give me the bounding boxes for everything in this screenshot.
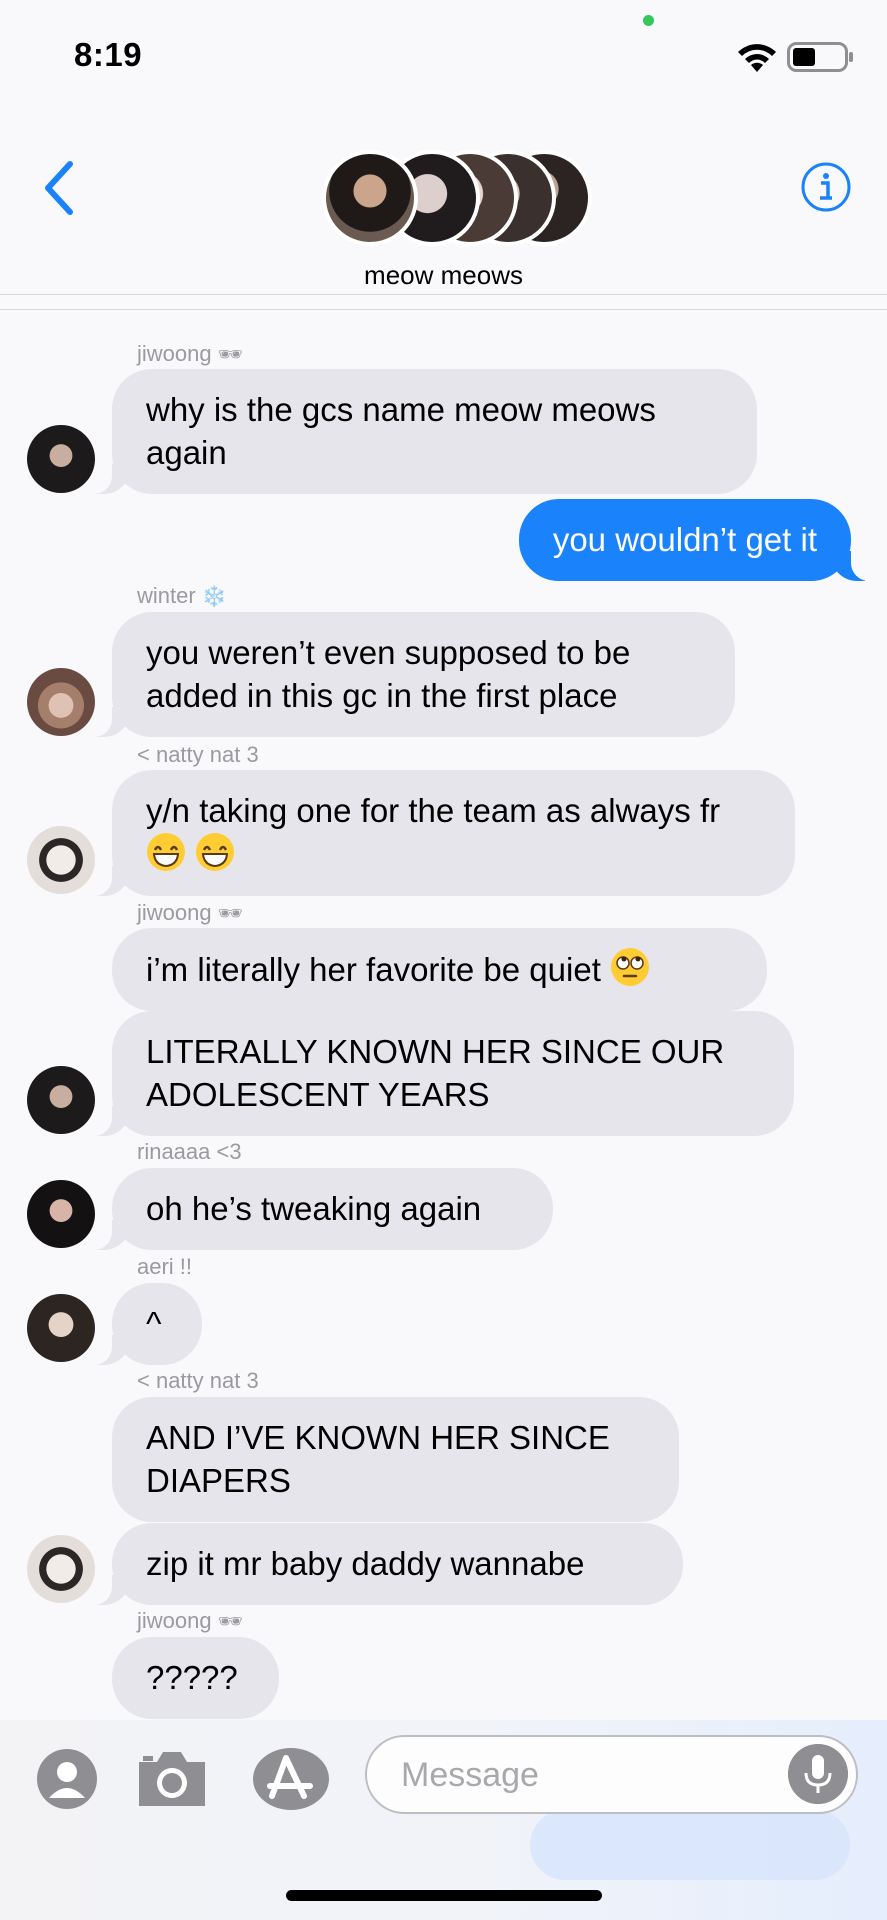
contact-icon[interactable] xyxy=(36,1748,98,1810)
message-bubble-outgoing[interactable]: you wouldn’t get it xyxy=(518,499,882,581)
avatar[interactable] xyxy=(27,1066,95,1134)
message-bubble[interactable]: ^ xyxy=(82,1283,202,1365)
message-text: AND I’VE KNOWN HER SINCE DIAPERS xyxy=(146,1419,610,1499)
message-placeholder: Message xyxy=(401,1756,539,1794)
header-divider xyxy=(0,294,887,295)
blurred-message-behind-bar xyxy=(530,1810,850,1880)
sender-name: aeri !! xyxy=(137,1254,193,1279)
avatar[interactable] xyxy=(27,826,95,894)
sender-name: jiwoong 🕶 xyxy=(137,900,243,925)
sender-name: jiwoong 🕶 xyxy=(137,341,243,366)
eye-roll-emoji xyxy=(611,948,650,986)
avatar[interactable] xyxy=(27,1180,95,1248)
grinning-emoji xyxy=(147,833,185,871)
message-bubble[interactable]: oh he’s tweaking again xyxy=(82,1168,553,1250)
group-member-avatar xyxy=(322,150,418,246)
message-bubble[interactable]: you weren’t even supposed to be added in… xyxy=(82,612,735,737)
avatar[interactable] xyxy=(27,668,95,736)
message-bubble[interactable]: y/n taking one for the team as always fr xyxy=(82,770,795,896)
message-text: you wouldn’t get it xyxy=(552,521,817,558)
message-bubble[interactable]: AND I’VE KNOWN HER SINCE DIAPERS xyxy=(112,1397,679,1522)
mic-icon[interactable] xyxy=(788,1744,848,1804)
grinning-emoji xyxy=(196,833,235,871)
wifi-icon xyxy=(738,44,776,72)
battery-icon xyxy=(787,42,853,72)
message-bubble[interactable]: zip it mr baby daddy wannabe xyxy=(82,1523,683,1605)
message-text: ^ xyxy=(146,1305,162,1342)
back-chevron-icon[interactable] xyxy=(40,158,80,218)
sender-name: rinaaaa <3 xyxy=(137,1139,242,1164)
message-text: oh he’s tweaking again xyxy=(146,1190,482,1227)
info-icon[interactable] xyxy=(800,161,852,213)
message-text: y/n taking one for the team as always fr xyxy=(146,792,721,829)
camera-in-use-indicator xyxy=(643,15,654,26)
message-input[interactable]: Message xyxy=(365,1735,858,1814)
sunglasses-emoji: 🕶 xyxy=(217,344,243,366)
message-text: i’m literally her favorite be quiet xyxy=(146,951,601,988)
group-avatar-stack[interactable] xyxy=(322,150,592,250)
snowflake-emoji: ❄️ xyxy=(201,586,227,608)
header-divider xyxy=(0,309,887,310)
message-text: you weren’t even supposed to be added in… xyxy=(146,634,631,714)
message-text: why is the gcs name meow meows again xyxy=(146,391,656,471)
avatar[interactable] xyxy=(27,425,95,493)
sunglasses-emoji: 🕶 xyxy=(217,903,243,925)
group-name[interactable]: meow meows xyxy=(0,260,887,291)
sender-name: < natty nat 3 xyxy=(137,742,259,767)
message-bubble[interactable]: why is the gcs name meow meows again xyxy=(82,369,757,494)
camera-icon[interactable] xyxy=(135,1748,209,1810)
avatar[interactable] xyxy=(27,1294,95,1362)
sender-name: < natty nat 3 xyxy=(137,1368,259,1393)
message-text: LITERALLY KNOWN HER SINCE OUR ADOLESCENT… xyxy=(146,1033,725,1113)
status-time: 8:19 xyxy=(74,36,143,73)
avatar[interactable] xyxy=(27,1535,95,1603)
sender-name: jiwoong 🕶 xyxy=(137,1608,243,1633)
sender-name: winter ❄️ xyxy=(137,583,227,608)
message-text: zip it mr baby daddy wannabe xyxy=(146,1545,585,1582)
home-indicator[interactable] xyxy=(286,1890,602,1901)
message-text: ????? xyxy=(146,1659,238,1696)
app-store-icon[interactable] xyxy=(252,1746,334,1812)
message-bubble[interactable]: ????? xyxy=(112,1637,279,1719)
message-bubble[interactable]: i’m literally her favorite be quiet xyxy=(112,928,767,1011)
sunglasses-emoji: 🕶 xyxy=(217,1611,243,1633)
message-bubble[interactable]: LITERALLY KNOWN HER SINCE OUR ADOLESCENT… xyxy=(82,1011,794,1136)
